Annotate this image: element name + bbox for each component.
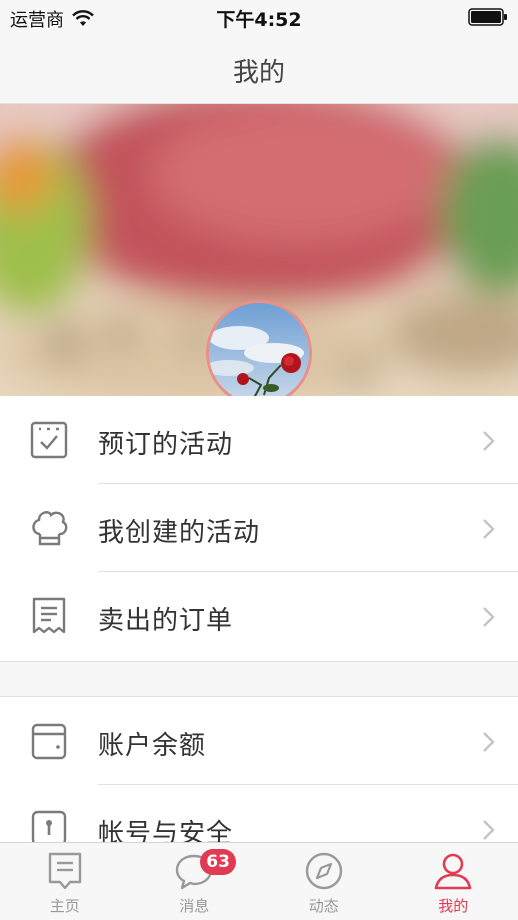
menu-item-label: 我创建的活动 [98,518,261,548]
receipt-icon [32,597,66,634]
menu-item-account-balance[interactable]: 账户余额 [0,697,518,785]
nav-bar: 我的 [0,34,518,104]
menu-item-label: 帐号与安全 [98,819,234,842]
tab-label: 主页 [49,897,80,915]
menu-group-account: 账户余额 帐号与安全 [0,696,518,842]
lock-icon [31,810,67,842]
tab-home[interactable]: 主页 [0,843,130,920]
unread-badge: 63 [200,849,236,875]
page-title: 我的 [232,58,285,88]
battery-icon [468,8,507,26]
menu-item-label: 卖出的订单 [98,606,234,636]
status-time: 下午4:52 [216,9,302,31]
chevron-right-icon [483,519,495,539]
home-doc-icon [48,852,81,890]
tab-messages[interactable]: 63 消息 [130,843,260,920]
avatar[interactable] [206,300,312,396]
compass-icon [305,852,342,890]
chef-hat-icon [32,511,68,546]
status-bar: 运营商 下午4:52 [0,0,518,34]
menu-group-activities: 预订的活动 我创建的活动 卖出的订单 [0,396,518,662]
chevron-right-icon [483,431,495,451]
menu-item-sold-orders[interactable]: 卖出的订单 [0,572,518,660]
wallet-icon [31,723,67,760]
tab-me[interactable]: 我的 [389,843,518,920]
chevron-right-icon [483,607,495,627]
tab-label: 我的 [438,897,469,915]
person-icon [434,853,472,890]
menu-item-account-security[interactable]: 帐号与安全 [0,785,518,842]
tab-label: 消息 [179,897,210,915]
menu-item-label: 预订的活动 [98,430,234,460]
chevron-right-icon [483,820,495,840]
chevron-right-icon [483,732,495,752]
profile-header: slike [0,104,518,396]
menu-item-created-activities[interactable]: 我创建的活动 [0,484,518,572]
avatar-photo [209,303,309,396]
menu-item-booked-activities[interactable]: 预订的活动 [0,396,518,484]
calendar-check-icon [30,421,68,459]
menu-item-label: 账户余额 [98,731,207,761]
tab-label: 动态 [308,897,339,915]
tab-bar: 主页 63 消息 动态 我的 [0,842,518,920]
tab-feed[interactable]: 动态 [259,843,389,920]
